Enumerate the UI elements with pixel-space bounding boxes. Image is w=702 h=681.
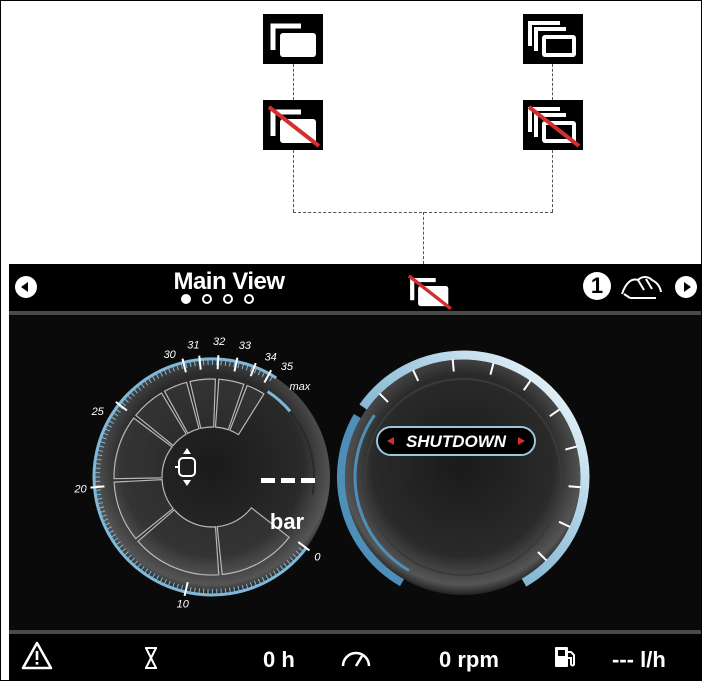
multi-window-layered-off-icon [523, 100, 583, 150]
rpm-scale-tick [568, 485, 581, 489]
engine-hours-value: 0 h [263, 647, 295, 672]
display-screen: Main View 1 0 10 20 25 30 31 32 33 34 35… [9, 264, 701, 680]
pressure-unit: bar [270, 509, 305, 534]
annotated-screen-figure: Main View 1 0 10 20 25 30 31 32 33 34 35… [0, 0, 702, 681]
shutdown-status-badge: SHUTDOWN [376, 426, 536, 456]
multi-window-layered-icon [523, 14, 583, 64]
page-indicator-dot[interactable] [202, 294, 212, 304]
connector-line [293, 64, 294, 100]
speedometer-icon [340, 646, 372, 675]
connector-line [423, 212, 424, 264]
page-indicator-dot-active[interactable] [181, 294, 191, 304]
scale-label: 25 [91, 406, 105, 418]
scale-label: 20 [73, 484, 87, 496]
connector-line [293, 150, 294, 212]
station-number: 1 [590, 273, 604, 298]
pressure-gauge: 0 10 20 25 30 31 32 33 34 35 max bar [73, 336, 330, 611]
scale-tick [224, 359, 227, 366]
fuel-pump-icon [553, 644, 577, 675]
next-page-button[interactable] [675, 276, 697, 298]
control-station-badge: 1 [583, 272, 611, 300]
footer-status-bar: 0 h 0 rpm --- l/h [9, 634, 701, 680]
gauges-canvas: 0 10 20 25 30 31 32 33 34 35 max bar SHUTDOWN [73, 336, 590, 611]
gauge-area: 0 10 20 25 30 31 32 33 34 35 max bar SHU… [9, 315, 701, 630]
arrow-right-icon [684, 282, 691, 292]
scale-label: 34 [265, 352, 277, 364]
multi-window-off-icon [263, 100, 323, 150]
scale-tick [224, 588, 227, 595]
scale-label: 32 [213, 336, 225, 348]
engine-rpm-value: 0 rpm [439, 647, 499, 672]
scale-label: 33 [239, 340, 252, 352]
page-indicator-dot[interactable] [244, 294, 254, 304]
scale-label: 30 [164, 349, 177, 361]
hourglass-icon [143, 646, 159, 675]
header-bar: Main View 1 [9, 264, 701, 311]
scale-label: 10 [177, 599, 190, 611]
pressure-value-readout [261, 478, 315, 483]
scale-label: 31 [187, 339, 199, 351]
previous-page-button[interactable] [15, 276, 37, 298]
scale-tick [94, 489, 101, 492]
scale-tick [94, 462, 101, 465]
multi-window-icon [263, 14, 323, 64]
rpm-scale-tick [451, 359, 455, 372]
page-indicator-dot[interactable] [223, 294, 233, 304]
warning-triangle-icon[interactable] [21, 641, 53, 676]
multi-window-off-icon[interactable] [401, 270, 457, 312]
rpm-gauge: SHUTDOWN [336, 350, 590, 595]
fuel-rate-value: --- l/h [612, 647, 666, 672]
scale-label: 0 [314, 551, 321, 563]
scale-tick [198, 588, 201, 595]
connector-line [552, 64, 553, 100]
connector-line [552, 150, 553, 212]
scale-max-label: max [290, 381, 311, 393]
arrow-left-icon [21, 282, 28, 292]
page-title: Main View [173, 268, 285, 295]
shutdown-status-text: SHUTDOWN [406, 432, 507, 451]
scale-label: 35 [281, 361, 294, 373]
hand-helm-icon[interactable] [618, 272, 664, 302]
